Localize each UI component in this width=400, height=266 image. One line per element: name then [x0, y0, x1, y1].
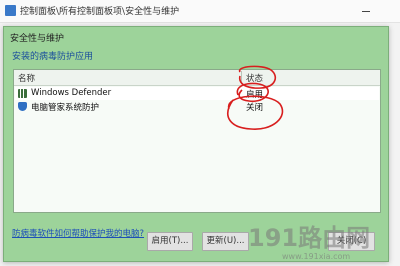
list-item-status: 启用: [246, 90, 264, 100]
column-header-name[interactable]: 名称: [18, 72, 35, 84]
list-header: 名称 状态: [14, 70, 380, 86]
column-header-status[interactable]: 状态: [246, 72, 263, 84]
control-panel-icon: [5, 5, 16, 16]
defender-icon: [18, 89, 27, 98]
shield-icon: [18, 102, 27, 111]
list-item-pc-manager[interactable]: 电脑管家系统防护 关闭: [15, 100, 379, 113]
enable-button[interactable]: 启用(T)...: [147, 232, 193, 251]
help-link[interactable]: 防病毒软件如何帮助保护我的电脑?: [12, 227, 144, 239]
dialog-subtitle: 安装的病毒防护应用: [12, 52, 94, 62]
address-path: 控制面板\所有控制面板项\安全性与维护: [20, 7, 180, 17]
watermark-logo: 191路由网: [248, 224, 371, 252]
column-divider[interactable]: [241, 71, 242, 84]
window-title-bar: 控制面板\所有控制面板项\安全性与维护: [0, 0, 400, 23]
update-button[interactable]: 更新(U)...: [202, 232, 249, 251]
minimize-button[interactable]: [358, 4, 374, 18]
dialog-title: 安全性与维护: [10, 34, 65, 44]
list-item-name: 电脑管家系统防护: [31, 103, 100, 113]
list-item-windows-defender[interactable]: Windows Defender 启用: [15, 87, 379, 100]
antivirus-list[interactable]: 名称 状态 Windows Defender 启用 电脑管家系统防护 关闭: [13, 69, 381, 213]
watermark-url: www.191xia.com: [282, 252, 351, 261]
list-item-status: 关闭: [246, 103, 264, 113]
list-item-name: Windows Defender: [31, 88, 112, 98]
